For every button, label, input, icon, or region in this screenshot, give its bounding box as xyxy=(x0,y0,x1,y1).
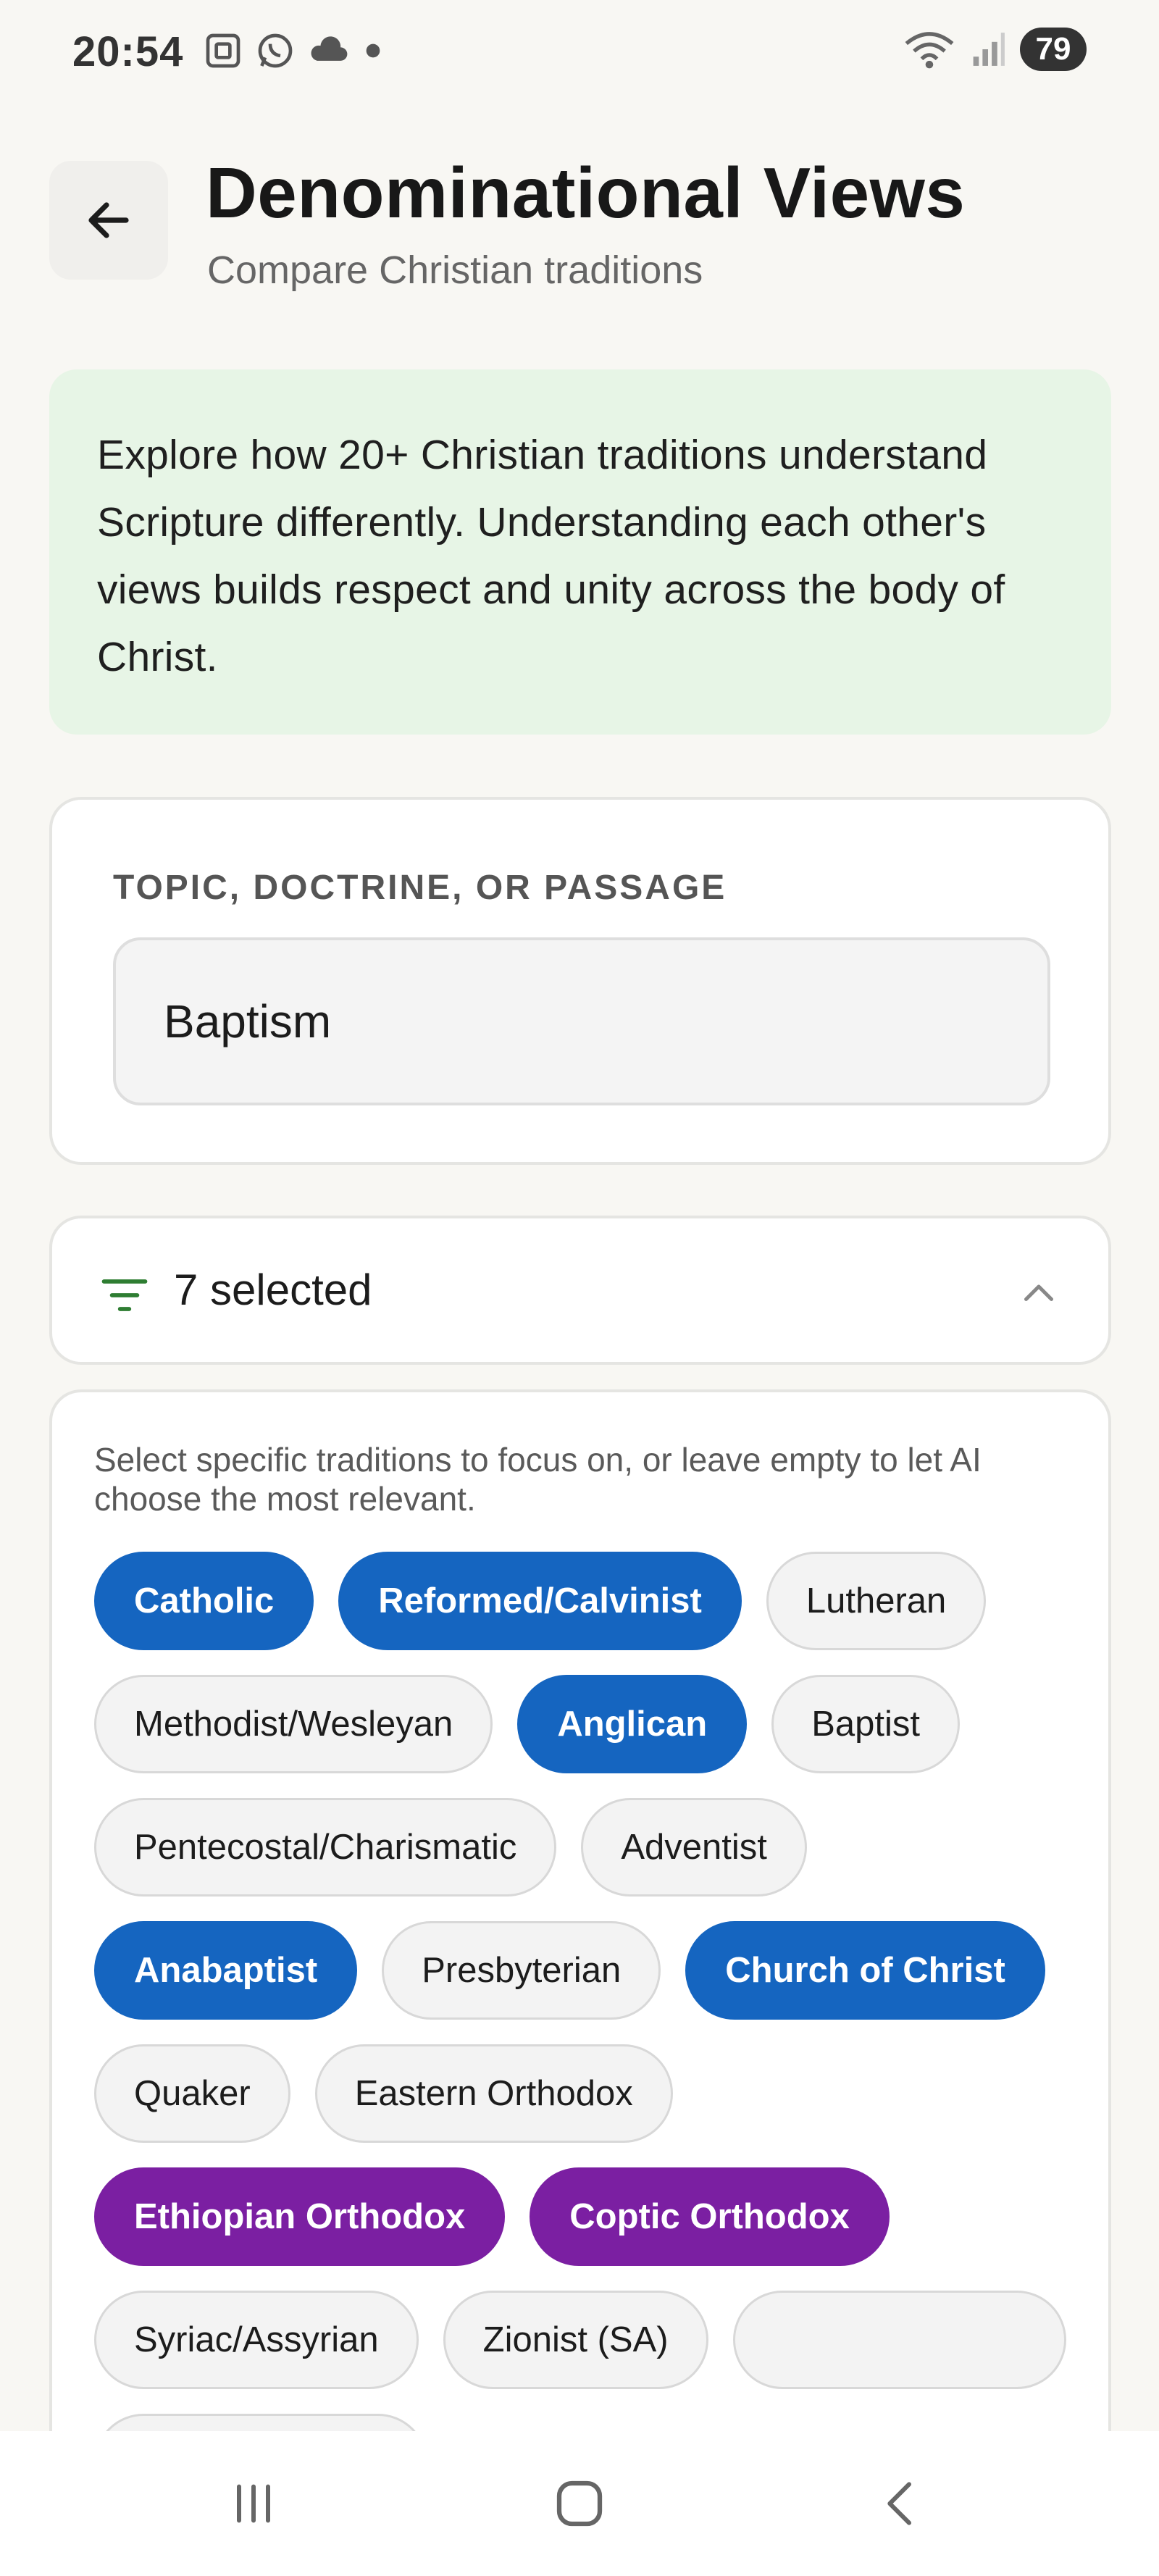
chip-adventist[interactable]: Adventist xyxy=(581,1798,807,1897)
chip-pentecostal-charismatic[interactable]: Pentecostal/Charismatic xyxy=(94,1798,557,1897)
wifi-icon xyxy=(905,32,954,69)
chip-anabaptist[interactable]: Anabaptist xyxy=(94,1921,358,2020)
traditions-filter-toggle[interactable]: 7 selected xyxy=(49,1216,1111,1365)
cloud-icon xyxy=(311,36,348,61)
chip-lutheran[interactable]: Lutheran xyxy=(766,1552,987,1650)
status-time: 20:54 xyxy=(72,28,184,75)
arrow-left-icon xyxy=(88,202,129,238)
chip-anglican[interactable]: Anglican xyxy=(517,1675,748,1773)
home-icon xyxy=(556,2480,603,2527)
helper-text: Select specific traditions to focus on, … xyxy=(94,1441,982,1518)
chip-church-of-christ[interactable]: Church of Christ xyxy=(685,1921,1045,2020)
chevron-up-icon xyxy=(1024,1284,1053,1301)
recents-icon xyxy=(237,2484,270,2523)
chip-ethiopian-orthodox[interactable]: Ethiopian Orthodox xyxy=(94,2167,506,2266)
intro-card: Explore how 20+ Christian traditions und… xyxy=(49,369,1111,735)
chip-syriac-assyrian[interactable]: Syriac/Assyrian xyxy=(94,2291,419,2389)
chip-methodist-wesleyan[interactable]: Methodist/Wesleyan xyxy=(94,1675,493,1773)
topic-card: TOPIC, DOCTRINE, OR PASSAGE xyxy=(49,797,1111,1165)
status-bar: 20:54 79 xyxy=(0,0,1159,101)
status-right: 79 xyxy=(903,28,1087,71)
chip-presbyterian[interactable]: Presbyterian xyxy=(382,1921,661,2020)
chip-baptist[interactable]: Baptist xyxy=(771,1675,961,1773)
nav-back-button[interactable] xyxy=(844,2467,960,2540)
nav-back-icon xyxy=(887,2482,911,2525)
intro-text: Explore how 20+ Christian traditions und… xyxy=(97,432,1005,680)
screenshot-icon xyxy=(206,33,240,68)
dot-icon xyxy=(366,43,380,58)
recents-button[interactable] xyxy=(196,2467,311,2540)
tradition-chips: Catholic Reformed/Calvinist Lutheran Met… xyxy=(94,1552,1094,2476)
page-title: Denominational Views xyxy=(206,153,966,233)
chip-reformed-calvinist[interactable]: Reformed/Calvinist xyxy=(338,1552,742,1650)
chip-quaker[interactable]: Quaker xyxy=(94,2044,290,2143)
status-left-icons xyxy=(203,30,384,71)
battery-indicator: 79 xyxy=(1020,28,1087,71)
traditions-panel: Select specific traditions to focus on, … xyxy=(49,1389,1111,2476)
chip-zionist-sa[interactable]: Zionist (SA) xyxy=(443,2291,708,2389)
chip-partial[interactable] xyxy=(732,2291,1066,2389)
selected-count: 7 selected xyxy=(174,1266,372,1314)
whatsapp-icon xyxy=(258,33,293,68)
filter-icon xyxy=(101,1279,148,1311)
chip-eastern-orthodox[interactable]: Eastern Orthodox xyxy=(314,2044,673,2143)
page-subtitle: Compare Christian traditions xyxy=(207,248,703,292)
topic-label: TOPIC, DOCTRINE, OR PASSAGE xyxy=(113,869,727,907)
topic-input[interactable] xyxy=(113,937,1050,1105)
back-button[interactable] xyxy=(49,161,168,280)
navigation-bar xyxy=(0,2431,1159,2576)
chip-catholic[interactable]: Catholic xyxy=(94,1552,314,1650)
chip-coptic-orthodox[interactable]: Coptic Orthodox xyxy=(530,2167,890,2266)
home-button[interactable] xyxy=(522,2467,637,2540)
signal-icon xyxy=(973,33,1005,66)
